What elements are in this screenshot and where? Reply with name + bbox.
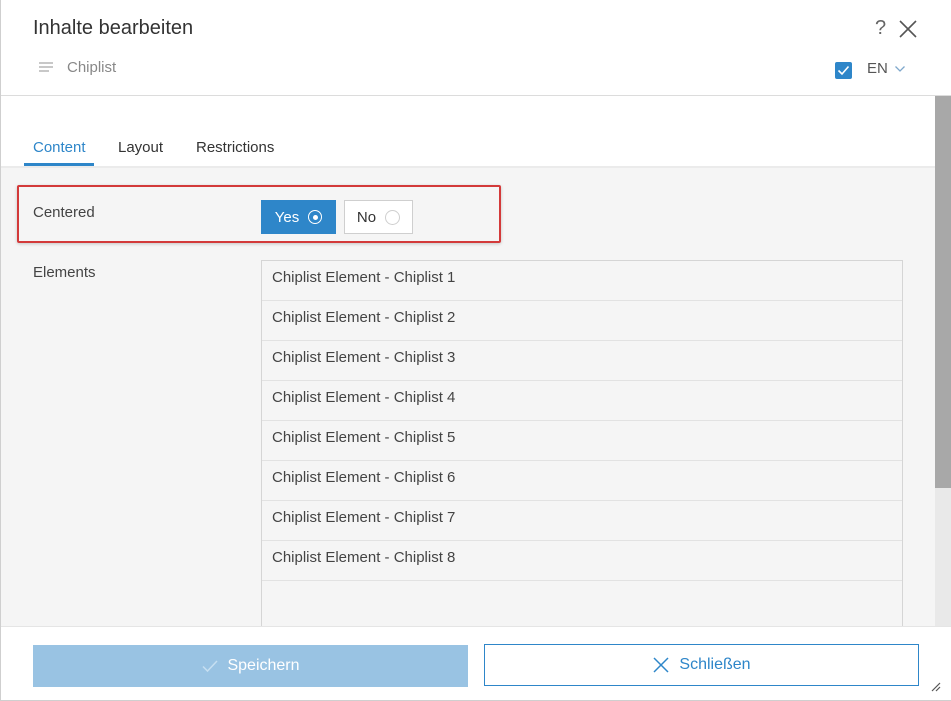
list-item[interactable]: Chiplist Element - Chiplist 2 — [262, 301, 902, 341]
tab-restrictions[interactable]: Restrictions — [196, 139, 274, 156]
tab-layout[interactable]: Layout — [118, 139, 163, 156]
check-icon — [202, 660, 219, 673]
yes-label: Yes — [274, 208, 300, 226]
list-item[interactable]: Chiplist Element - Chiplist 5 — [262, 421, 902, 461]
text-lines-icon — [39, 61, 53, 72]
list-item[interactable]: Chiplist Element - Chiplist 4 — [262, 381, 902, 421]
no-label: No — [356, 208, 377, 226]
dialog-footer: Speichern Schließen — [1, 626, 951, 700]
radio-selected-icon — [308, 210, 323, 224]
dialog-title: Inhalte bearbeiten — [33, 17, 194, 39]
list-item[interactable]: Chiplist Element - Chiplist 8 — [262, 541, 902, 581]
elements-label: Elements — [33, 264, 96, 281]
list-item[interactable]: Chiplist Element - Chiplist 1 — [262, 261, 902, 301]
save-button[interactable]: Speichern — [33, 645, 468, 687]
save-label: Speichern — [227, 657, 300, 674]
list-item[interactable]: Chiplist Element - Chiplist 6 — [262, 461, 902, 501]
chevron-down-icon — [894, 65, 905, 72]
content-type-label: Chiplist — [67, 59, 117, 76]
language-checkbox[interactable] — [835, 62, 852, 79]
checkmark-icon — [837, 65, 850, 76]
dialog-header: Inhalte bearbeiten ? Chiplist EN — [1, 0, 951, 96]
active-tab-indicator — [24, 163, 94, 166]
edit-content-dialog: Inhalte bearbeiten ? Chiplist EN Content… — [0, 0, 951, 701]
resize-handle-icon[interactable] — [929, 680, 941, 692]
close-icon[interactable] — [898, 19, 918, 39]
tab-bar: Content Layout Restrictions — [1, 96, 935, 168]
radio-unselected-icon — [385, 209, 401, 225]
centered-label: Centered — [33, 204, 95, 221]
centered-yes-option[interactable]: Yes — [261, 200, 336, 234]
elements-list: Chiplist Element - Chiplist 1 Chiplist E… — [261, 260, 903, 630]
close-button[interactable]: Schließen — [484, 644, 919, 686]
language-selector[interactable]: EN — [867, 60, 906, 77]
list-item[interactable]: Chiplist Element - Chiplist 7 — [262, 501, 902, 541]
scrollbar-thumb[interactable] — [935, 96, 951, 488]
tab-content[interactable]: Content — [33, 139, 86, 156]
close-icon — [653, 657, 669, 673]
help-icon[interactable]: ? — [875, 17, 886, 40]
language-label: EN — [867, 60, 888, 77]
content-type-row: Chiplist — [39, 59, 116, 76]
centered-no-option[interactable]: No — [344, 200, 413, 234]
list-item[interactable]: Chiplist Element - Chiplist 3 — [262, 341, 902, 381]
close-label: Schließen — [679, 656, 751, 673]
dialog-body: Content Layout Restrictions Centered Yes… — [1, 96, 935, 630]
